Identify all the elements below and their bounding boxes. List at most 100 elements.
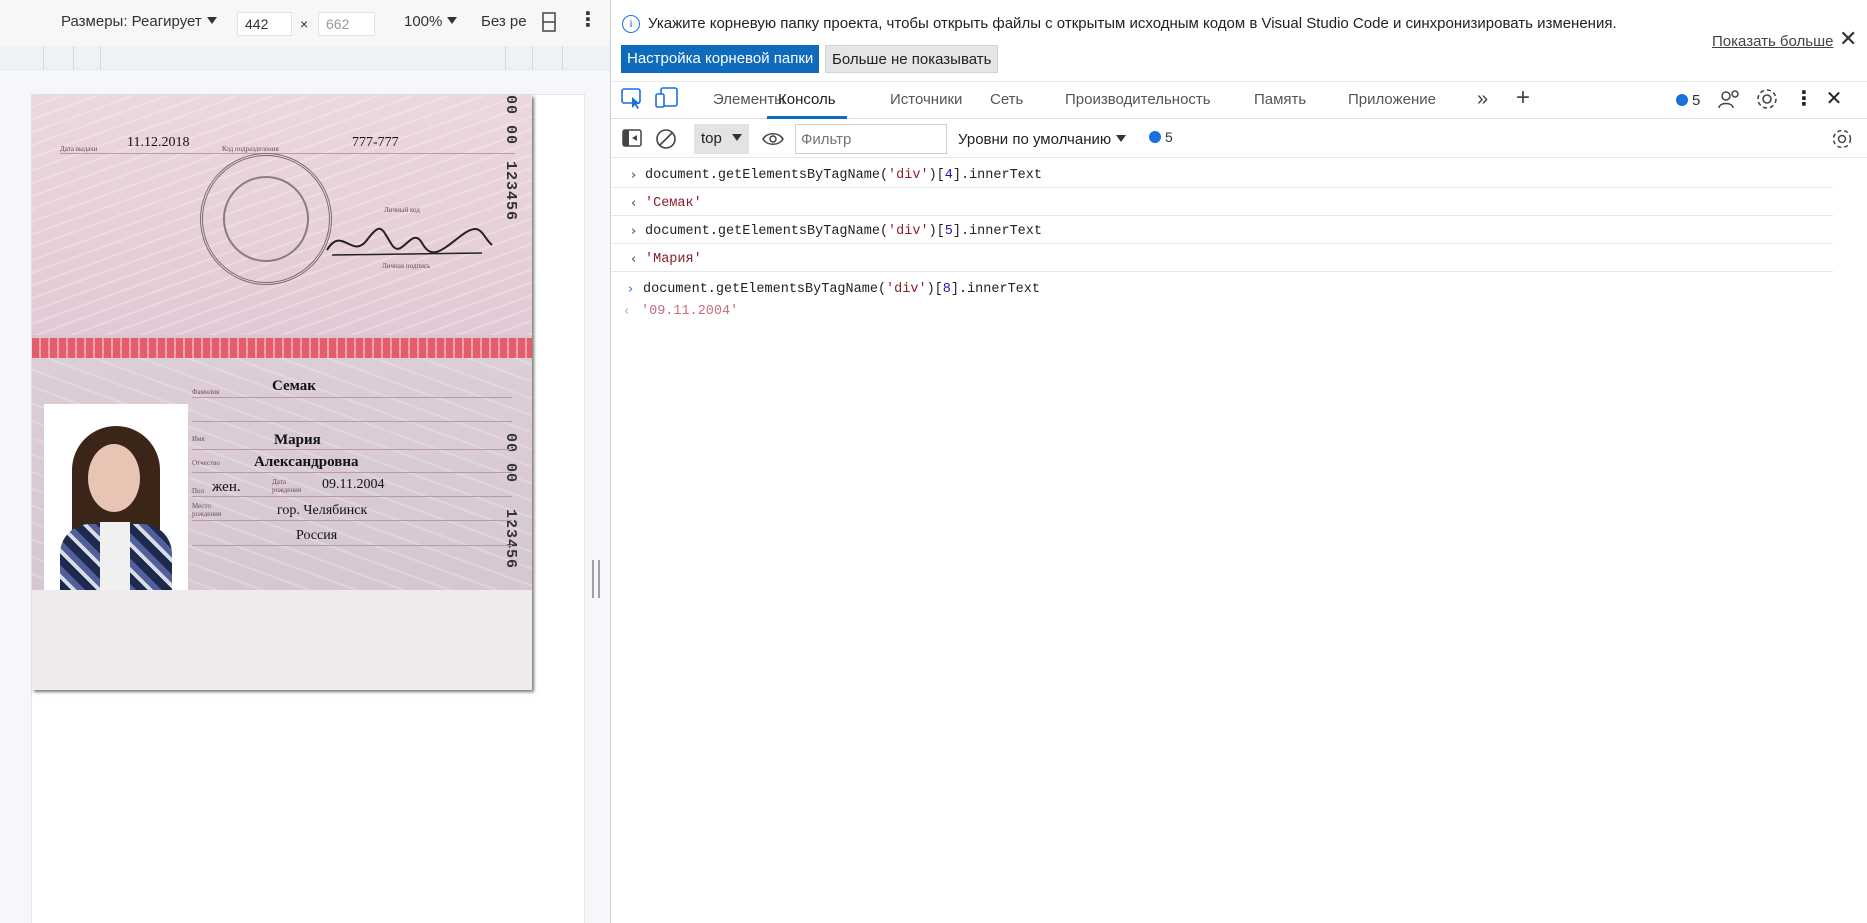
surname: Семак [272, 378, 316, 394]
signature-label: Личная подпись [382, 262, 431, 270]
photo [44, 404, 188, 590]
console-result[interactable]: 'Семак' [645, 192, 702, 216]
return-arrow-icon: ‹ [631, 196, 637, 211]
device-emulation-pane: Размеры: Реагирует 442 × 662 100% Без ре… [0, 0, 610, 923]
console-log: › document.getElementsByTagName('div')[4… [611, 160, 1867, 923]
log-levels-dropdown[interactable]: Уровни по умолчанию [958, 131, 1127, 148]
setup-root-folder-button[interactable]: Настройка корневой папки [621, 45, 820, 73]
zoom-label: 100% [404, 13, 443, 30]
console-command[interactable]: document.getElementsByTagName('div')[8].… [643, 278, 1040, 302]
context-value: top [701, 130, 722, 147]
console-eager-preview-row: ‹ '09.11.2004' [611, 300, 1833, 324]
viewport-area: Дата выдачи 11.12.2018 Код подразделения… [0, 70, 610, 923]
sidebar-toggle-icon[interactable] [622, 129, 642, 150]
throttle-dropdown[interactable]: Без ре [481, 13, 527, 30]
console-command[interactable]: document.getElementsByTagName('div')[4].… [645, 164, 1042, 188]
chevron-right-icon: › [631, 168, 637, 183]
infobar-message: Укажите корневую папку проекта, чтобы от… [648, 15, 1617, 32]
chevron-down-icon [447, 17, 458, 24]
issue-date-label: Дата выдачи [60, 145, 98, 153]
series-top: 00 00 [502, 95, 519, 146]
signature [326, 227, 493, 256]
zoom-dropdown[interactable]: 100% [404, 13, 458, 30]
passport-blank-area [32, 590, 532, 690]
issues-badge[interactable]: 5 [1676, 92, 1700, 109]
personal-code-label: Личный код [384, 206, 420, 214]
device-toolbar: Размеры: Реагирует 442 × 662 100% Без ре… [0, 0, 610, 46]
birth-date-label: Дата рождения [272, 478, 302, 494]
chevron-right-icon: › [631, 224, 637, 239]
add-tab-icon[interactable]: + [1516, 84, 1530, 112]
context-selector[interactable]: top [694, 124, 749, 154]
devtools-tabbar: Элементы Консоль Источники Сеть Производ… [611, 81, 1867, 119]
tab-performance[interactable]: Производительность [1065, 82, 1211, 119]
tab-memory[interactable]: Память [1254, 82, 1306, 119]
console-message-count: 5 [1165, 129, 1173, 145]
birth-place-label: Место рождения [192, 502, 222, 518]
tab-application[interactable]: Приложение [1348, 82, 1436, 119]
prompt-chevron-icon: › [628, 282, 634, 297]
more-options-icon[interactable]: ⋮ [578, 10, 598, 30]
infobar: i Укажите корневую папку проекта, чтобы … [611, 0, 1867, 78]
number-bottom: 123456 [502, 509, 519, 570]
number-top: 123456 [502, 161, 519, 222]
people-icon[interactable] [1718, 88, 1744, 114]
console-input-row: › document.getElementsByTagName('div')[4… [611, 164, 1833, 188]
division-code: 777-777 [352, 135, 399, 150]
series-bottom: 00 00 [502, 433, 519, 484]
console-output-row: ‹ 'Семак' [611, 192, 1833, 216]
chevron-down-icon [206, 17, 217, 24]
return-arrow-icon: ‹ [631, 252, 637, 267]
console-result[interactable]: 'Мария' [645, 248, 702, 272]
console-eager-result: '09.11.2004' [641, 304, 739, 319]
viewport-resize-handle[interactable] [592, 560, 600, 598]
rotate-icon[interactable] [542, 12, 556, 36]
name: Мария [274, 432, 321, 448]
issue-date: 11.12.2018 [127, 135, 190, 150]
patronymic-label: Отчество [192, 459, 220, 467]
chevron-down-icon [731, 134, 742, 141]
birth-date: 09.11.2004 [322, 477, 385, 492]
log-levels-label: Уровни по умолчанию [958, 131, 1112, 148]
dont-show-again-button[interactable]: Больше не показывать [825, 45, 999, 73]
close-devtools-icon[interactable]: ✕ [1821, 86, 1847, 112]
height-input[interactable]: 662 [318, 12, 375, 36]
console-input-row: › document.getElementsByTagName('div')[5… [611, 220, 1833, 244]
media-query-ruler [0, 46, 610, 70]
issues-count: 5 [1692, 92, 1701, 109]
clear-console-icon[interactable] [655, 128, 677, 153]
dimensions-dropdown[interactable]: Размеры: Реагирует [61, 13, 217, 30]
console-toolbar: top Уровни по умолчанию 5 [611, 120, 1867, 158]
console-messages-badge[interactable]: 5 [1149, 129, 1173, 145]
patronymic: Александровна [254, 454, 359, 470]
division-code-label: Код подразделения [222, 145, 279, 153]
customize-menu-icon[interactable]: ⋮ [1791, 86, 1817, 112]
console-settings-gear-icon[interactable] [1831, 128, 1853, 153]
tab-network[interactable]: Сеть [990, 82, 1023, 119]
inspect-element-icon[interactable] [620, 86, 646, 112]
console-output-row: ‹ 'Мария' [611, 248, 1833, 272]
close-icon[interactable]: ✕ [1839, 28, 1857, 50]
return-arrow-icon: ‹ [624, 304, 630, 319]
console-filter-input[interactable] [795, 124, 947, 154]
birth-city: гор. Челябинск [277, 503, 368, 518]
tab-console[interactable]: Консоль [767, 82, 847, 119]
more-tabs-icon[interactable]: » [1477, 88, 1488, 111]
tab-sources[interactable]: Источники [890, 82, 962, 119]
show-more-link[interactable]: Показать больше [1712, 33, 1833, 50]
dimensions-label: Размеры: Реагирует [61, 13, 202, 30]
official-seal [200, 153, 332, 285]
info-icon: i [622, 15, 640, 33]
width-input[interactable]: 442 [237, 12, 292, 36]
devtools-panel: i Укажите корневую папку проекта, чтобы … [610, 0, 1867, 923]
sex: жен. [212, 479, 241, 495]
settings-gear-icon[interactable] [1755, 87, 1781, 113]
device-toolbar-icon[interactable] [654, 86, 680, 112]
live-expression-eye-icon[interactable] [762, 130, 784, 151]
sex-label: Пол [192, 487, 204, 495]
message-icon [1676, 94, 1688, 106]
message-icon [1149, 131, 1161, 143]
name-label: Имя [192, 435, 205, 443]
console-command[interactable]: document.getElementsByTagName('div')[5].… [645, 220, 1042, 244]
chevron-down-icon [1116, 135, 1127, 142]
